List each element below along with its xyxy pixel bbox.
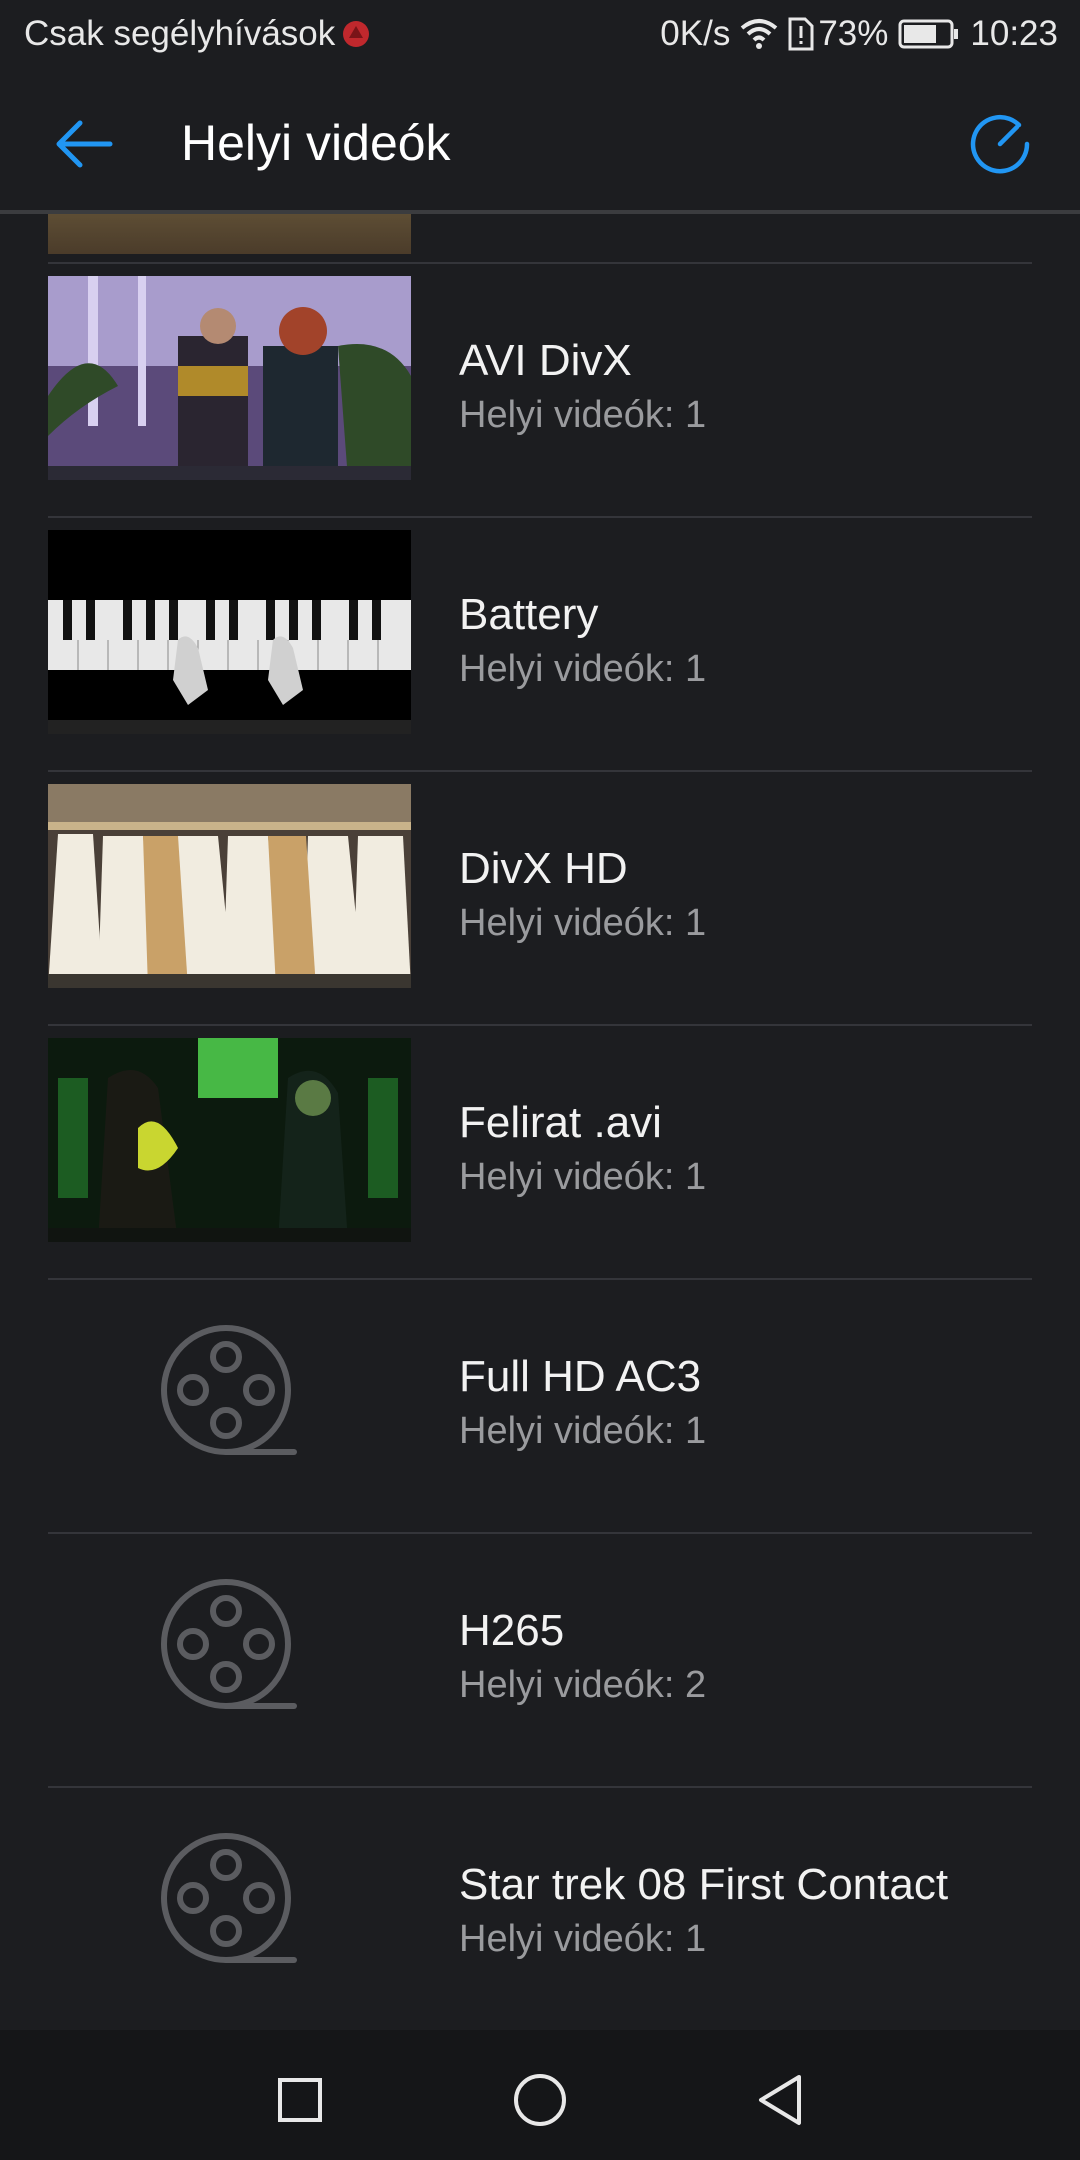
video-title: Felirat .avi	[459, 1098, 662, 1147]
list-item[interactable]: AVI DivX Helyi videók: 1	[0, 264, 1080, 518]
list-item[interactable]: H265 Helyi videók: 2	[0, 1534, 1080, 1788]
video-count: Helyi videók: 1	[459, 1410, 707, 1452]
back-button[interactable]	[40, 104, 128, 184]
video-thumbnail	[48, 530, 411, 734]
video-count: Helyi videók: 1	[459, 902, 707, 944]
video-count: Helyi videók: 1	[459, 1156, 707, 1198]
carrier-text: Csak segélyhívások	[24, 14, 336, 53]
status-left: Csak segélyhívások	[24, 14, 373, 54]
list-item[interactable]: Felirat .avi Helyi videók: 1	[0, 1026, 1080, 1280]
page-title: Helyi videók	[181, 115, 451, 171]
wifi-icon	[741, 19, 778, 49]
video-title: Full HD AC3	[459, 1352, 702, 1401]
triangle-back-icon	[759, 2075, 801, 2125]
partial-thumbnail	[48, 214, 411, 254]
clock: 10:23	[970, 14, 1058, 53]
emergency-icon	[343, 21, 370, 47]
app-bar: Helyi videók	[0, 74, 1080, 210]
circle-icon	[514, 2074, 566, 2126]
video-title: Star trek 08 First Contact	[459, 1860, 949, 1909]
refresh-button[interactable]	[960, 104, 1040, 184]
video-count: Helyi videók: 2	[459, 1664, 707, 1706]
status-right: 0K/s 73% 10:23	[660, 14, 1058, 54]
home-button[interactable]	[500, 2060, 580, 2140]
nav-back-button[interactable]	[740, 2060, 820, 2140]
battery-percent: 73%	[818, 14, 889, 53]
network-speed: 0K/s	[660, 14, 731, 53]
refresh-icon	[970, 114, 1030, 174]
arrow-left-icon	[56, 120, 113, 168]
thumbnail-placeholder	[48, 1292, 411, 1496]
video-count: Helyi videók: 1	[459, 1918, 707, 1960]
thumbnail-placeholder	[48, 1800, 411, 2004]
list-item[interactable]: DivX HD Helyi videók: 1	[0, 772, 1080, 1026]
thumbnail-placeholder	[48, 1546, 411, 1750]
video-folder-list[interactable]: AVI DivX Helyi videók: 1 Battery Helyi v…	[0, 214, 1080, 2030]
film-reel-icon	[160, 1833, 297, 1963]
sim-alert-icon	[788, 17, 814, 51]
video-thumbnail	[48, 784, 411, 988]
video-title: DivX HD	[459, 844, 628, 893]
status-bar: Csak segélyhívások 0K/s 73% 10:23	[0, 0, 1080, 74]
video-count: Helyi videók: 1	[459, 394, 707, 436]
list-item[interactable]: Full HD AC3 Helyi videók: 1	[0, 1280, 1080, 1534]
film-reel-icon	[160, 1579, 297, 1709]
video-title: Battery	[459, 590, 599, 639]
video-thumbnail	[48, 1038, 411, 1242]
square-icon	[278, 2078, 322, 2122]
video-title: H265	[459, 1606, 565, 1655]
film-reel-icon	[160, 1325, 297, 1455]
video-title: AVI DivX	[459, 336, 632, 385]
list-item[interactable]: Battery Helyi videók: 1	[0, 518, 1080, 772]
recents-button[interactable]	[260, 2060, 340, 2140]
video-count: Helyi videók: 1	[459, 648, 707, 690]
list-item[interactable]: Star trek 08 First Contact Helyi videók:…	[0, 1788, 1080, 2030]
video-thumbnail	[48, 276, 411, 480]
navigation-bar	[0, 2030, 1080, 2160]
battery-icon	[898, 19, 959, 49]
